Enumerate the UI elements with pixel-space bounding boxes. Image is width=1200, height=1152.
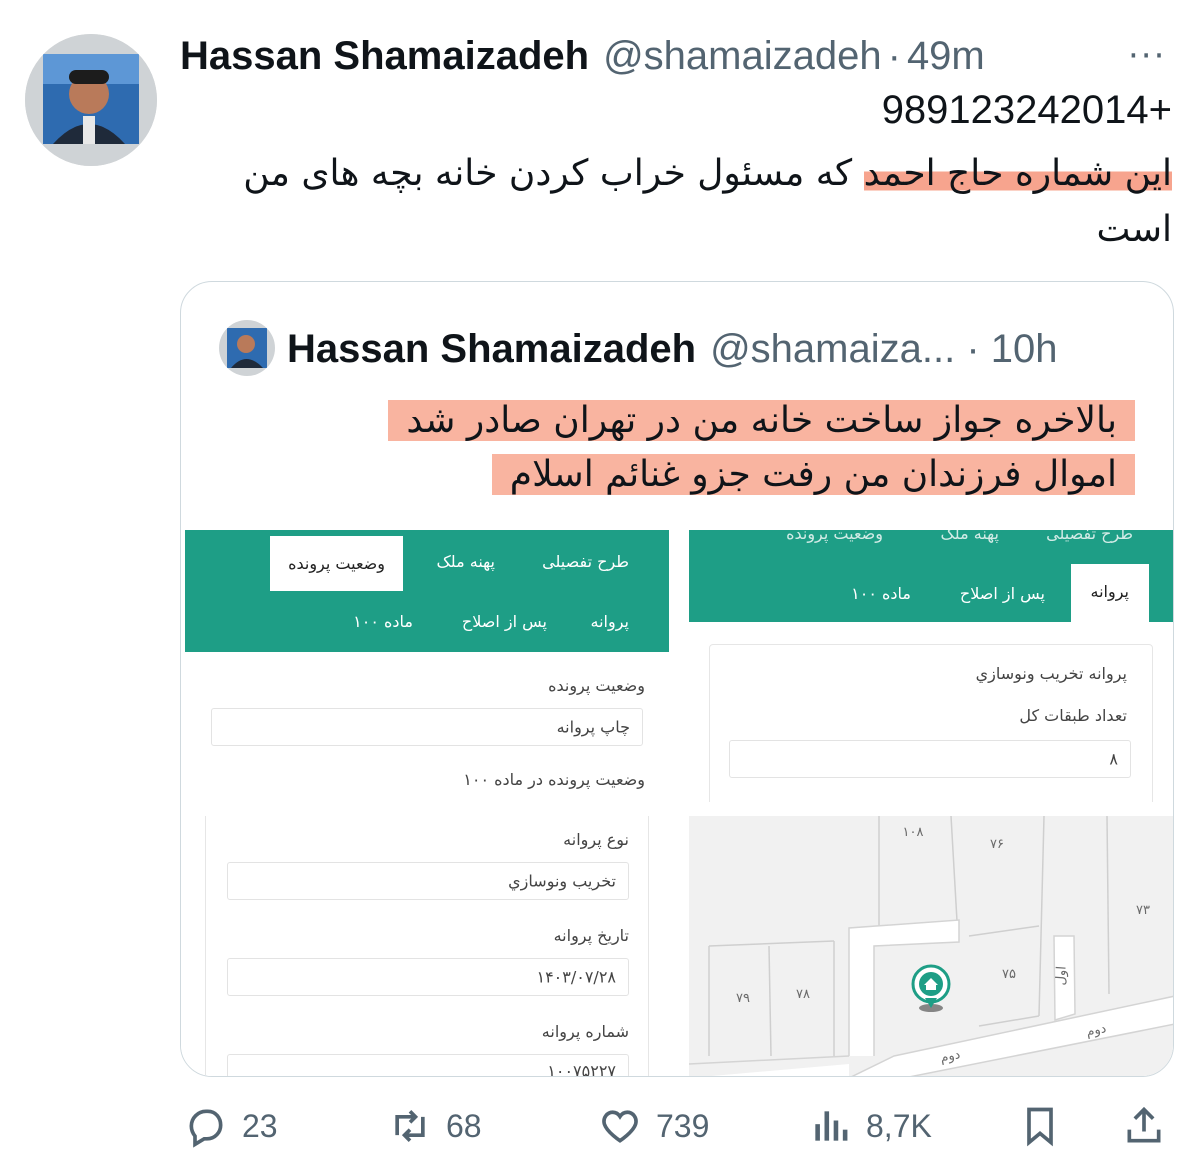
tab-property-zone: پهنه ملک: [436, 552, 495, 571]
permit-date-label: تاریخ پروانه: [553, 926, 629, 945]
author-avatar[interactable]: [25, 34, 157, 166]
permit-type-value: تخریب ونوسازي: [508, 871, 616, 891]
tab-case-status: وضعیت پرونده: [270, 536, 403, 591]
map-panel[interactable]: ۱۰۸ ۷۶ ۷۳ ۷۵ ۷۹ ۷۸ دوم دوم اول: [689, 816, 1173, 1076]
plot-108: ۱۰۸: [903, 825, 924, 840]
views-icon: [815, 1111, 848, 1141]
tab-case-status-faded: وضعیت پرونده: [786, 530, 883, 543]
tweet-text: این شماره حاج احمد که مسئول خراب کردن خا…: [172, 146, 1172, 258]
permit-number-label: شماره پروانه: [541, 1022, 629, 1041]
like-button[interactable]: 739: [598, 1104, 709, 1148]
street-first: اول: [1053, 966, 1069, 986]
views-count: 8,7K: [866, 1107, 932, 1144]
tweet-header: Hassan Shamaizadeh @shamaizadeh · 49m: [180, 28, 1180, 84]
tab-detailed-plan-faded: طرح تفصیلی: [1046, 530, 1133, 543]
tab-permit-active: پروانه: [1070, 564, 1149, 623]
permit-date-value: ۱۴۰۳/۰۷/۲۸: [536, 967, 616, 987]
floors-value: ۸: [1109, 749, 1118, 769]
heart-icon: [602, 1110, 638, 1143]
case-status-value: چاپ پروانه: [556, 717, 630, 737]
retweet-count: 68: [446, 1107, 482, 1144]
floors-field: ۸: [729, 740, 1131, 778]
case-status-field: چاپ پروانه: [211, 708, 643, 746]
floors-label: تعداد طبقات کل: [1019, 706, 1127, 725]
retweet-icon: [395, 1110, 425, 1142]
views-button[interactable]: 8,7K: [808, 1104, 932, 1148]
quoted-handle-time: @shamaiza... · 10h: [710, 326, 1058, 371]
highlighted-text: این شماره حاج احمد: [863, 153, 1172, 194]
bookmark-button[interactable]: [1018, 1104, 1076, 1148]
permit-date-field: ۱۴۰۳/۰۷/۲۸: [227, 958, 629, 996]
bookmark-icon: [1027, 1107, 1053, 1147]
plot-75: ۷۵: [1002, 967, 1016, 982]
retweet-button[interactable]: 68: [388, 1104, 482, 1148]
tab-article-100: ماده ۱۰۰: [353, 612, 413, 631]
case-status-label: وضعیت پرونده: [548, 676, 645, 695]
permit-type-label: نوع پروانه: [563, 830, 629, 849]
tab-article-100-2: ماده ۱۰۰: [851, 584, 911, 603]
quoted-author-avatar: [219, 320, 275, 376]
quoted-text: بالاخره جواز ساخت خانه من در تهران صادر …: [235, 394, 1135, 502]
plot-78: ۷۸: [796, 987, 810, 1002]
plot-73: ۷۳: [1136, 903, 1150, 918]
tab-detailed-plan: طرح تفصیلی: [542, 552, 629, 571]
phone-number: 989123242014+: [881, 88, 1172, 132]
tweet-actions: 23 68 739 8,7K: [180, 1096, 1174, 1152]
quoted-author-name: Hassan Shamaizadeh: [287, 326, 697, 371]
share-icon: [1127, 1106, 1161, 1143]
more-icon[interactable]: ···: [1128, 36, 1170, 76]
reply-count: 23: [242, 1107, 278, 1144]
reply-icon: [189, 1109, 223, 1148]
quoted-line-2: اموال فرزندان من رفت جزو غنائم اسلام: [491, 454, 1135, 495]
permit-section-title: پروانه تخریب ونوسازي: [975, 664, 1127, 683]
quoted-header: Hassan Shamaizadeh @shamaiza... · 10h: [287, 322, 1057, 376]
plot-79: ۷۹: [736, 991, 750, 1006]
reply-button[interactable]: 23: [184, 1104, 278, 1148]
tab-permit: پروانه: [590, 612, 629, 631]
author-name[interactable]: Hassan Shamaizadeh: [180, 34, 589, 79]
plot-76: ۷۶: [990, 837, 1004, 852]
article100-status-label: وضعیت پرونده در ماده ۱۰۰: [463, 770, 645, 789]
quoted-media[interactable]: طرح تفصیلی پهنه ملک وضعیت پرونده پروانه …: [181, 530, 1173, 1077]
tab-after-correction: پس از اصلاح: [461, 612, 547, 631]
right-form-top: طرح تفصیلی پهنه ملک وضعیت پرونده پروانه …: [689, 530, 1173, 802]
tab-after-correction-2: پس از اصلاح: [959, 584, 1045, 603]
share-button[interactable]: [1122, 1104, 1180, 1148]
left-form-top: طرح تفصیلی پهنه ملک وضعیت پرونده پروانه …: [185, 530, 669, 802]
tweet-time[interactable]: 49m: [907, 34, 985, 79]
separator-dot: ·: [887, 33, 901, 78]
permit-number-field: ۱۰۰۷۵۲۲۷: [227, 1054, 629, 1077]
like-count: 739: [656, 1107, 710, 1144]
tab-property-zone-faded: پهنه ملک: [940, 530, 999, 543]
quoted-tweet[interactable]: Hassan Shamaizadeh @shamaiza... · 10h با…: [180, 281, 1174, 1077]
left-form-bottom: نوع پروانه تخریب ونوسازي تاریخ پروانه ۱۴…: [185, 816, 669, 1077]
permit-type-field: تخریب ونوسازي: [227, 862, 629, 900]
permit-number-value: ۱۰۰۷۵۲۲۷: [547, 1061, 616, 1077]
author-handle[interactable]: @shamaizadeh: [603, 34, 882, 79]
quoted-line-1: بالاخره جواز ساخت خانه من در تهران صادر …: [388, 400, 1135, 441]
